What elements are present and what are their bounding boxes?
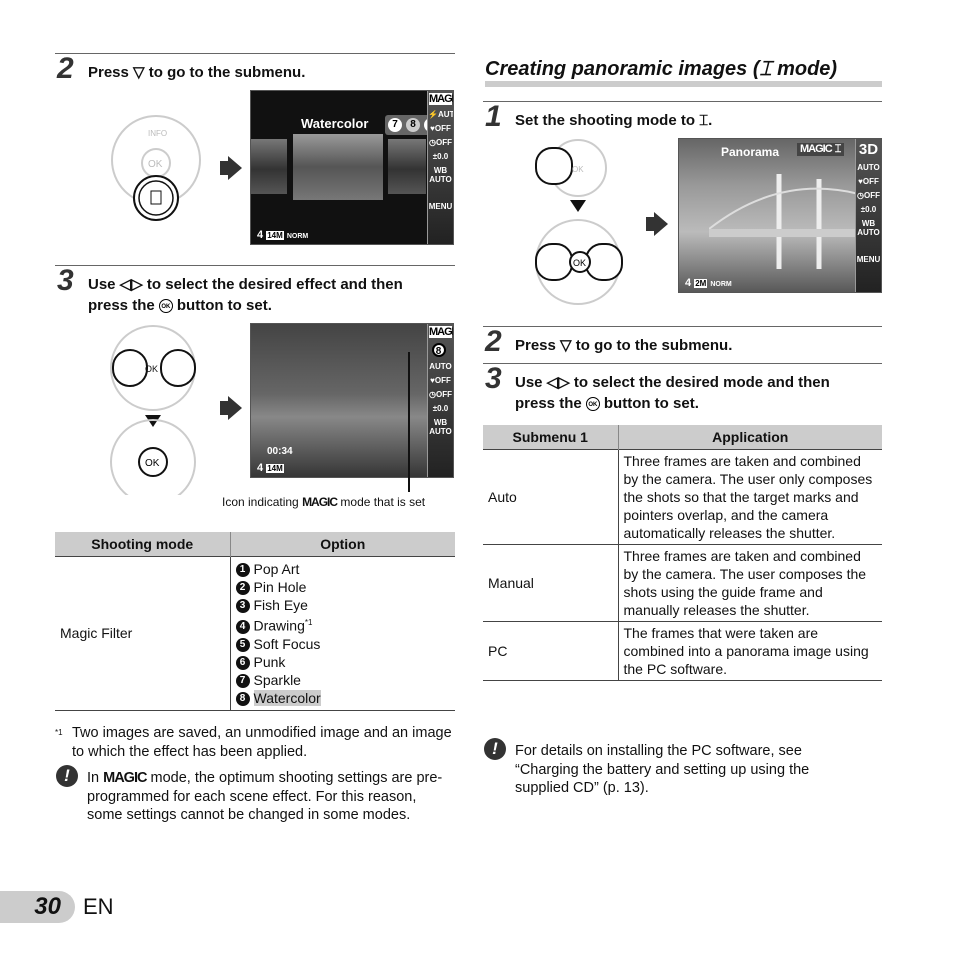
arrow-icon (228, 156, 242, 180)
option-item: 1 Pop Art (235, 560, 451, 578)
step-number: 3 (485, 362, 502, 395)
step-number: 2 (485, 325, 502, 358)
step-text: Press ▽ to go to the submenu. (515, 337, 733, 354)
option-item: 6 Punk (235, 653, 451, 671)
icon-caption: Icon indicating MAGIC mode that is set (222, 495, 426, 509)
svg-text:OK: OK (573, 258, 586, 268)
svg-text:OK: OK (145, 458, 160, 469)
footnote: *1 Two images are saved, an unmodified im… (55, 725, 452, 760)
controller-diagram-down: INFO OK (111, 115, 201, 221)
step-number: 3 (57, 264, 74, 297)
option-item: 3 Fish Eye (235, 596, 451, 614)
submenu-table: Submenu 1 Application Auto Three frames ar… (483, 425, 882, 681)
step-number: 1 (485, 100, 502, 133)
section-title: Creating panoramic images (⌶ mode) (485, 58, 882, 87)
page-number: 30 (0, 891, 75, 923)
step-text: Press ▽ to go to the submenu. (88, 64, 306, 81)
caution-icon: ! (484, 738, 506, 760)
step-text: Use ◁▷ to select the desired effect and … (88, 276, 403, 314)
camera-screen-magic: MAGIC8AUTO♥OFF◷OFF±0.0WB AUTO 00:34 4 14… (250, 323, 454, 478)
arrow-icon (228, 396, 242, 420)
effect-label: Watercolor (301, 116, 369, 131)
svg-text:OK: OK (148, 159, 163, 170)
option-item: 8 Watercolor (235, 689, 451, 707)
caution-note: In MAGIC mode, the optimum shooting sett… (87, 770, 443, 823)
arrow-icon (654, 212, 668, 236)
svg-text:INFO: INFO (148, 129, 167, 138)
svg-text:OK: OK (572, 165, 584, 174)
caution-icon: ! (56, 765, 78, 787)
step-text: Set the shooting mode to ⌶. (515, 112, 713, 129)
shooting-mode-table: Shooting mode Option Magic Filter 1 Pop Art… (55, 532, 455, 711)
camera-screen-panorama: Panorama MAGIC ⌶ 3D AUTO ♥OFF ◷OFF ±0.0 WB AU… (678, 138, 882, 293)
svg-text:OK: OK (145, 364, 158, 374)
table-row: Manual Three frames are taken and combine… (483, 544, 882, 622)
option-item: 4 Drawing*1 (235, 614, 451, 635)
table-row: PC The frames that were taken are combine… (483, 621, 882, 681)
language-label: EN (83, 894, 114, 919)
controller-diagram-left-right: OK OK (110, 325, 196, 495)
camera-screen-watercolor: Watercolor 781 MAGIC⚡AUTO♥OFF◷OFF±0.0WB … (250, 90, 454, 245)
table-row: Auto Three frames are taken and combined … (483, 449, 882, 545)
option-item: 2 Pin Hole (235, 578, 451, 596)
step-number: 2 (57, 52, 74, 85)
option-item: 5 Soft Focus (235, 635, 451, 653)
controller-diagram-mode: OK OK (535, 139, 623, 305)
option-item: 7 Sparkle (235, 671, 451, 689)
caution-note: For details on installing the PC softwar… (515, 743, 810, 796)
step-text: Use ◁▷ to select the desired mode and th… (515, 374, 830, 412)
